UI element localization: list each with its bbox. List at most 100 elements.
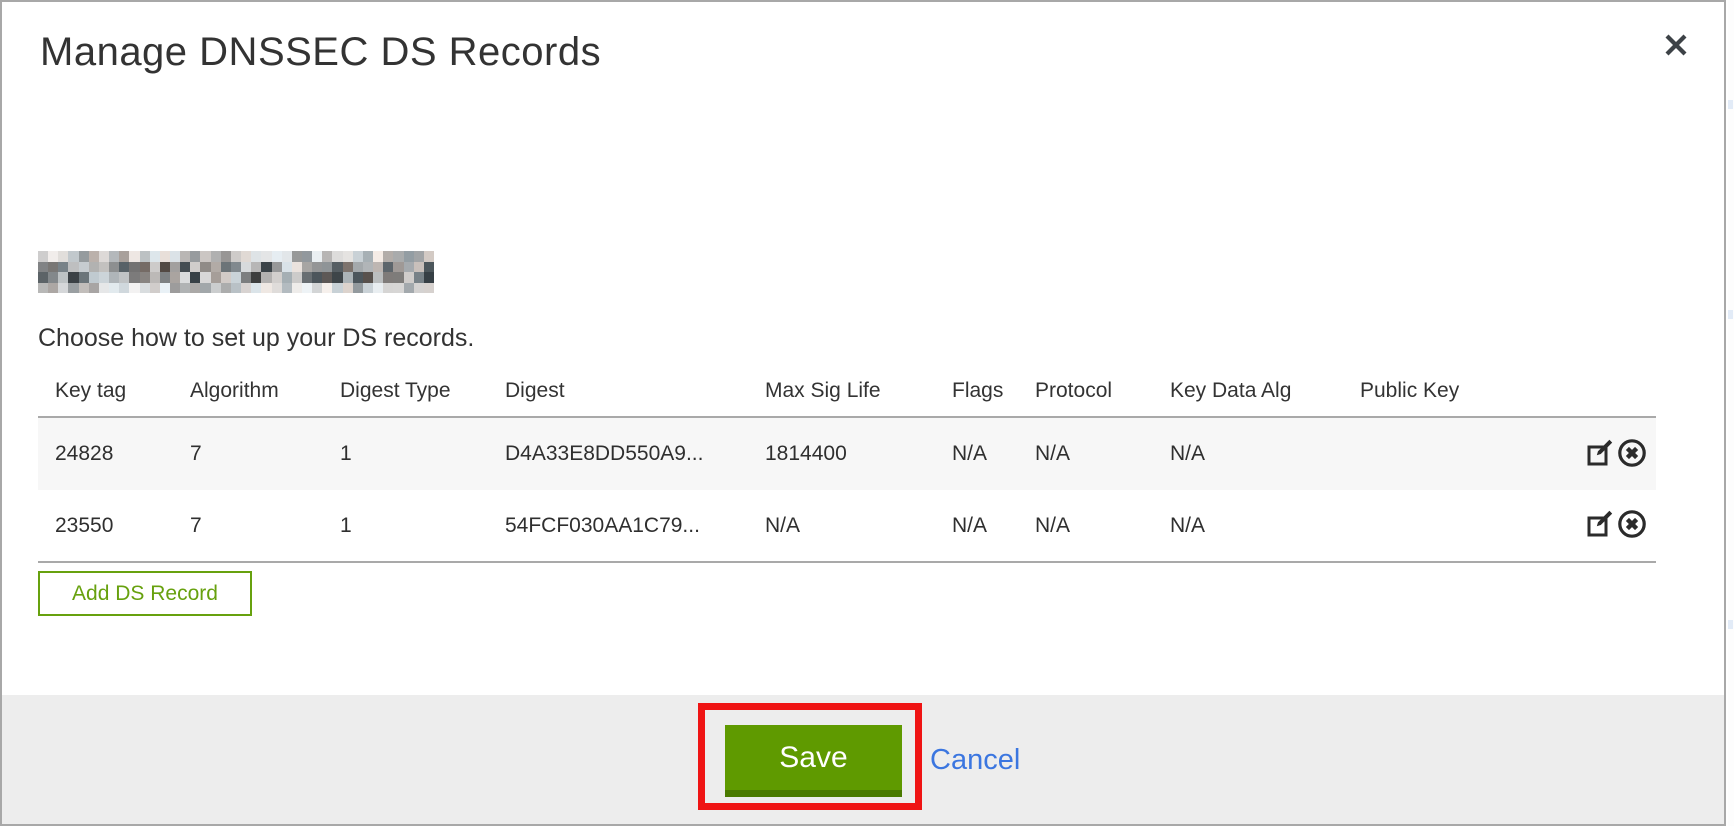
pixel-block: [200, 283, 210, 294]
pixel-block: [312, 262, 322, 273]
pixel-block: [89, 283, 99, 294]
pixel-block: [129, 272, 139, 283]
pixel-block: [68, 251, 78, 262]
pixel-block: [322, 283, 332, 294]
pixel-block: [180, 262, 190, 273]
domain-name-redacted: [38, 251, 434, 293]
pixel-block: [292, 262, 302, 273]
close-button[interactable]: [1658, 28, 1694, 64]
pixel-block: [119, 283, 129, 294]
digest-type-cell: 1: [323, 417, 488, 490]
pixel-block: [140, 262, 150, 273]
pixel-block: [343, 251, 353, 262]
pixel-block: [322, 251, 332, 262]
delete-record-button[interactable]: [1616, 438, 1648, 471]
pixel-block: [231, 283, 241, 294]
close-icon: [1663, 32, 1689, 61]
pixel-block: [180, 283, 190, 294]
edit-record-button[interactable]: [1584, 438, 1616, 471]
pixel-block: [190, 262, 200, 273]
key-tag-cell: 23550: [38, 490, 173, 562]
pixel-block: [99, 272, 109, 283]
pixel-block: [190, 251, 200, 262]
pixel-block: [363, 262, 373, 273]
pixel-block: [48, 251, 58, 262]
pixel-block: [393, 251, 403, 262]
pixel-block: [383, 283, 393, 294]
pixel-block: [140, 251, 150, 262]
add-ds-record-button[interactable]: Add DS Record: [38, 571, 252, 616]
pixel-block: [129, 251, 139, 262]
pixel-block: [99, 283, 109, 294]
column-header-max-sig-life: Max Sig Life: [748, 374, 935, 417]
pixel-block: [332, 251, 342, 262]
key-data-alg-cell: N/A: [1153, 417, 1343, 490]
pixel-block: [200, 262, 210, 273]
pixel-block: [363, 283, 373, 294]
column-header-digest: Digest: [488, 374, 748, 417]
pixel-block: [58, 283, 68, 294]
pixel-block: [322, 272, 332, 283]
table-header-row: Key tag Algorithm Digest Type Digest Max…: [38, 374, 1656, 417]
pixel-block: [79, 251, 89, 262]
pixel-block: [160, 251, 170, 262]
pixel-block: [119, 262, 129, 273]
pixel-block: [109, 272, 119, 283]
ds-records-table: Key tag Algorithm Digest Type Digest Max…: [38, 374, 1656, 563]
pixel-block: [89, 262, 99, 273]
delete-record-button[interactable]: [1616, 509, 1648, 542]
pixel-block: [302, 283, 312, 294]
pixel-block: [109, 283, 119, 294]
pixel-block: [48, 262, 58, 273]
pixel-block: [150, 251, 160, 262]
protocol-cell: N/A: [1018, 490, 1153, 562]
pixel-block: [373, 251, 383, 262]
cancel-link[interactable]: Cancel: [930, 744, 1020, 777]
column-header-protocol: Protocol: [1018, 374, 1153, 417]
edit-record-button[interactable]: [1584, 509, 1616, 542]
pixel-block: [332, 272, 342, 283]
pixel-block: [119, 251, 129, 262]
pixel-block: [353, 283, 363, 294]
pixel-block: [251, 262, 261, 273]
pixel-block: [211, 262, 221, 273]
pixel-block: [48, 272, 58, 283]
pixel-block: [404, 262, 414, 273]
pixel-block: [302, 251, 312, 262]
pixel-block: [353, 251, 363, 262]
pixel-block: [272, 262, 282, 273]
pixel-block: [200, 272, 210, 283]
save-button[interactable]: Save: [725, 725, 902, 797]
pixel-block: [261, 272, 271, 283]
pixel-block: [343, 283, 353, 294]
pixel-block: [38, 272, 48, 283]
pixel-block: [170, 272, 180, 283]
pixel-block: [129, 283, 139, 294]
pixel-block: [424, 283, 434, 294]
column-header-public-key: Public Key: [1343, 374, 1548, 417]
pixel-block: [68, 283, 78, 294]
pixel-block: [241, 272, 251, 283]
pixel-block: [211, 272, 221, 283]
pixel-block: [332, 283, 342, 294]
pixel-block: [241, 262, 251, 273]
pixel-block: [272, 272, 282, 283]
pixel-block: [292, 272, 302, 283]
pixel-block: [272, 283, 282, 294]
pixel-block: [200, 251, 210, 262]
pixel-block: [383, 262, 393, 273]
digest-type-cell: 1: [323, 490, 488, 562]
pixel-block: [38, 251, 48, 262]
pixel-block: [48, 283, 58, 294]
pixel-block: [353, 272, 363, 283]
pixel-block: [241, 251, 251, 262]
pixel-block: [424, 251, 434, 262]
pixel-block: [414, 272, 424, 283]
pixel-block: [312, 283, 322, 294]
row-actions-cell: [1548, 490, 1656, 562]
pixel-block: [282, 262, 292, 273]
pixel-block: [211, 283, 221, 294]
pixel-block: [170, 283, 180, 294]
pixel-block: [231, 262, 241, 273]
pixel-block: [343, 262, 353, 273]
